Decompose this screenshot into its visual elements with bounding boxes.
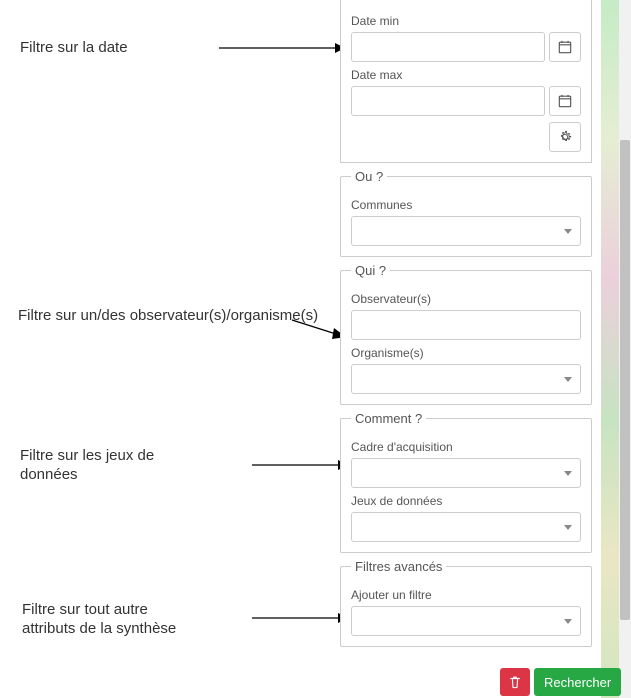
ajouter-filtre-select[interactable]: [351, 606, 581, 636]
calendar-icon: [558, 40, 572, 54]
scrollbar-thumb[interactable]: [620, 140, 630, 620]
section-quand: Date min Date max: [340, 0, 592, 163]
filter-panel: Date min Date max: [340, 0, 596, 653]
section-comment: Comment ? Cadre d'acquisition Jeux de do…: [340, 411, 592, 553]
annotation-datasets-line2: données: [20, 465, 78, 485]
arrow-datasets: [250, 455, 348, 475]
trash-icon: [508, 675, 522, 689]
jeux-select[interactable]: [351, 512, 581, 542]
annotation-datasets-line1: Filtre sur les jeux de: [20, 446, 154, 466]
chevron-down-icon: [564, 619, 572, 624]
communes-label: Communes: [351, 198, 581, 212]
date-min-label: Date min: [351, 14, 581, 28]
annotation-advanced-line2: attributs de la synthèse: [22, 619, 176, 639]
date-max-input[interactable]: [351, 86, 545, 116]
chevron-down-icon: [564, 377, 572, 382]
jeux-label: Jeux de données: [351, 494, 581, 508]
date-max-picker-button[interactable]: [549, 86, 581, 116]
cadre-label: Cadre d'acquisition: [351, 440, 581, 454]
date-max-label: Date max: [351, 68, 581, 82]
chevron-down-icon: [564, 525, 572, 530]
bottom-action-bar: Rechercher: [500, 668, 621, 696]
cadre-select[interactable]: [351, 458, 581, 488]
annotation-date: Filtre sur la date: [20, 38, 128, 58]
clear-filters-button[interactable]: [500, 668, 530, 696]
annotation-observer: Filtre sur un/des observateur(s)/organis…: [18, 306, 318, 326]
annotation-advanced-line1: Filtre sur tout autre: [22, 600, 148, 620]
section-ou-legend: Ou ?: [351, 169, 387, 184]
section-comment-legend: Comment ?: [351, 411, 426, 426]
section-avances-legend: Filtres avancés: [351, 559, 446, 574]
organismes-select[interactable]: [351, 364, 581, 394]
observateurs-input[interactable]: [351, 310, 581, 340]
chevron-down-icon: [564, 229, 572, 234]
date-min-picker-button[interactable]: [549, 32, 581, 62]
arrow-date: [215, 38, 345, 58]
date-settings-button[interactable]: [549, 122, 581, 152]
chevron-down-icon: [564, 471, 572, 476]
section-qui-legend: Qui ?: [351, 263, 390, 278]
section-avances: Filtres avancés Ajouter un filtre: [340, 559, 592, 647]
organismes-label: Organisme(s): [351, 346, 581, 360]
observateurs-label: Observateur(s): [351, 292, 581, 306]
calendar-icon: [558, 94, 572, 108]
arrow-advanced: [250, 608, 348, 628]
ajouter-label: Ajouter un filtre: [351, 588, 581, 602]
date-min-input[interactable]: [351, 32, 545, 62]
search-button[interactable]: Rechercher: [534, 668, 621, 696]
communes-select[interactable]: [351, 216, 581, 246]
gear-icon: [558, 130, 572, 144]
scrollbar-track[interactable]: [619, 0, 631, 698]
section-ou: Ou ? Communes: [340, 169, 592, 257]
section-qui: Qui ? Observateur(s) Organisme(s): [340, 263, 592, 405]
